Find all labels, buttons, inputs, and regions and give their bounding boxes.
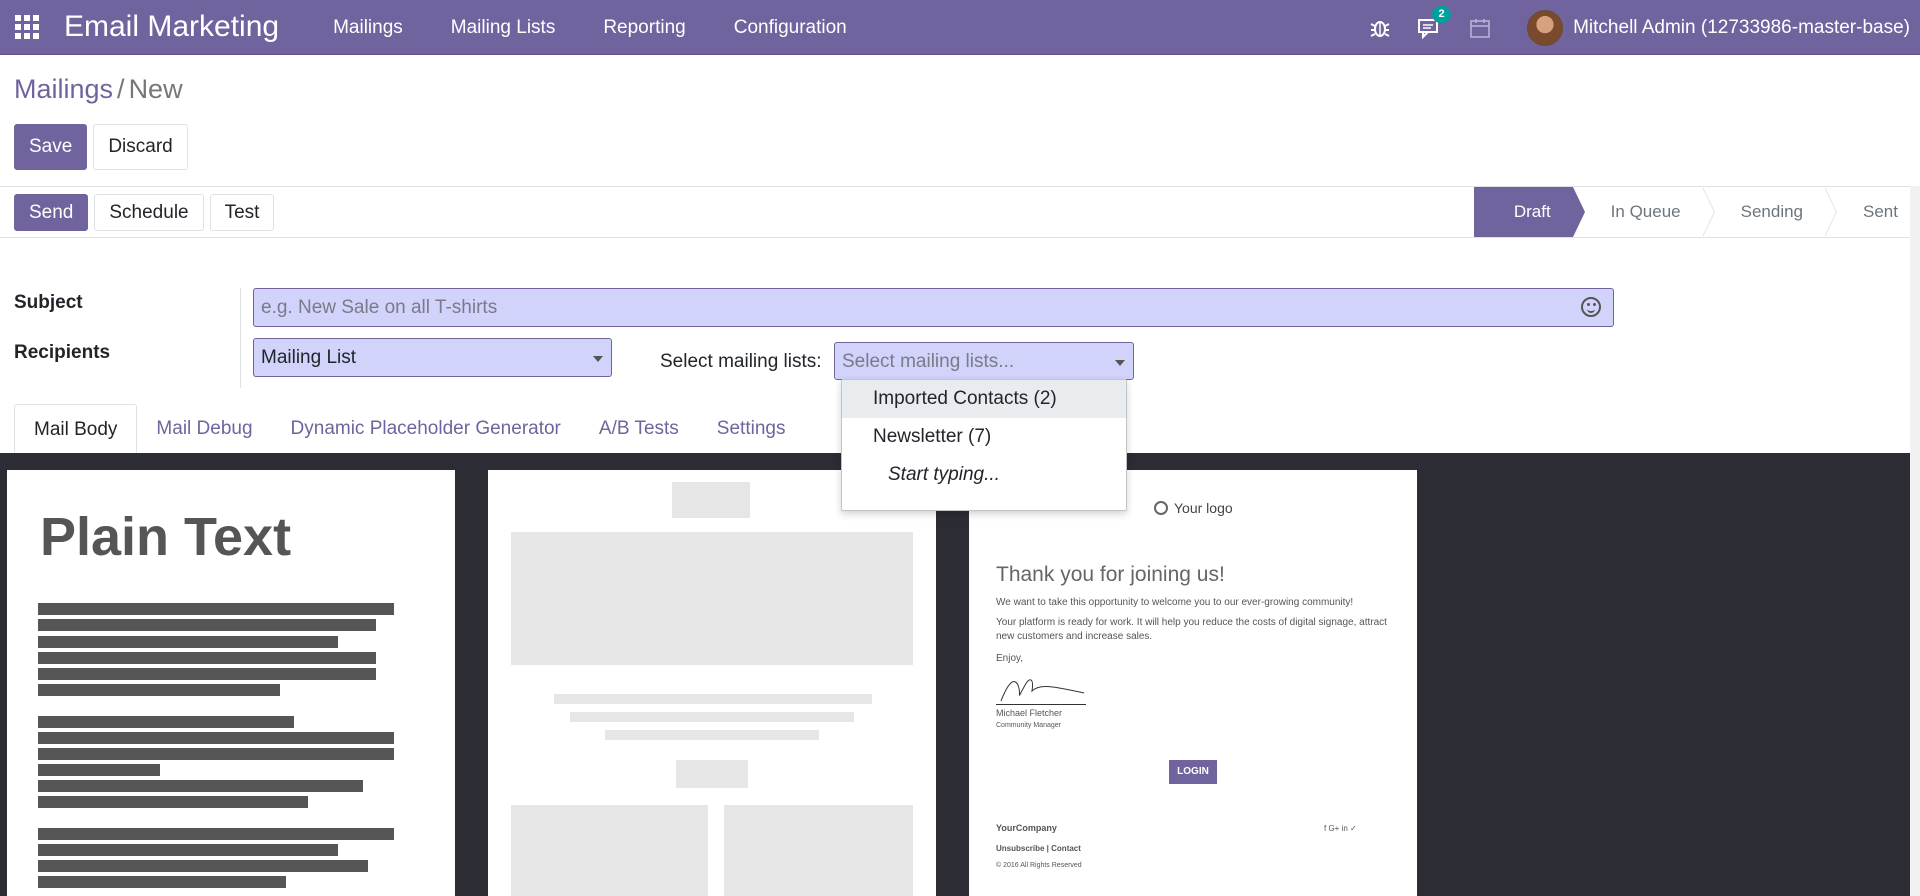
text-line bbox=[38, 748, 394, 760]
template-chooser: Plain Text Your logo Thank you for joini… bbox=[0, 453, 1910, 896]
recipients-label: Recipients bbox=[14, 342, 111, 363]
messages-count-badge: 2 bbox=[1432, 6, 1452, 23]
breadcrumb: Mailings / New bbox=[14, 74, 183, 105]
text-line bbox=[38, 780, 363, 792]
recipients-value: Mailing List bbox=[261, 347, 357, 368]
text-line bbox=[38, 732, 394, 744]
tab-dynamic-placeholder-generator[interactable]: Dynamic Placeholder Generator bbox=[272, 404, 580, 453]
logo-text: Your logo bbox=[1174, 500, 1233, 516]
stage-sent[interactable]: Sent bbox=[1825, 187, 1920, 237]
layout-text-line bbox=[570, 712, 854, 722]
subject-label: Subject bbox=[14, 292, 83, 313]
signer-role: Community Manager bbox=[996, 722, 1061, 729]
layout-column-block bbox=[724, 805, 913, 896]
send-button[interactable]: Send bbox=[14, 194, 89, 231]
test-button[interactable]: Test bbox=[209, 194, 275, 231]
mailing-lists-dropdown: Imported Contacts (2) Newsletter (7) Sta… bbox=[841, 379, 1127, 511]
save-button[interactable]: Save bbox=[14, 124, 88, 170]
mailing-lists-placeholder: Select mailing lists... bbox=[842, 351, 1015, 372]
tab-ab-tests[interactable]: A/B Tests bbox=[580, 404, 698, 453]
breadcrumb-separator: / bbox=[117, 74, 125, 104]
layout-hero-block bbox=[511, 532, 913, 665]
text-line bbox=[38, 652, 376, 664]
text-line bbox=[38, 668, 376, 680]
user-avatar[interactable] bbox=[1527, 9, 1564, 46]
template-layout-placeholder[interactable] bbox=[488, 470, 936, 896]
welcome-line-2: Your platform is ready for work. It will… bbox=[996, 617, 1387, 642]
stage-sending[interactable]: Sending bbox=[1703, 187, 1838, 237]
template-welcome[interactable]: Your logo Thank you for joining us! We w… bbox=[969, 470, 1417, 896]
text-line bbox=[38, 636, 338, 648]
tab-mail-debug[interactable]: Mail Debug bbox=[137, 404, 271, 453]
login-button: LOGIN bbox=[1169, 760, 1217, 784]
breadcrumb-mailings-link[interactable]: Mailings bbox=[14, 74, 113, 104]
welcome-title: Thank you for joining us! bbox=[996, 563, 1225, 586]
text-line bbox=[38, 764, 160, 776]
menu-configuration[interactable]: Configuration bbox=[710, 0, 871, 55]
template-plain-text[interactable]: Plain Text bbox=[7, 470, 455, 896]
recipients-select[interactable]: Mailing List bbox=[253, 338, 612, 377]
text-line bbox=[38, 828, 394, 840]
text-line bbox=[38, 619, 376, 631]
label-divider bbox=[240, 288, 241, 388]
discard-button[interactable]: Discard bbox=[93, 124, 188, 170]
layout-button-block bbox=[676, 760, 748, 788]
text-line bbox=[38, 716, 294, 728]
signer-name: Michael Fletcher bbox=[996, 708, 1063, 718]
social-icons: f G+ in ✓ bbox=[1324, 824, 1357, 833]
subject-input[interactable]: e.g. New Sale on all T-shirts bbox=[253, 288, 1614, 327]
tab-settings[interactable]: Settings bbox=[698, 404, 805, 453]
chevron-down-icon bbox=[593, 356, 603, 362]
text-line bbox=[38, 876, 286, 888]
user-menu[interactable]: Mitchell Admin (12733986-master-base) bbox=[1573, 17, 1910, 39]
menu-reporting[interactable]: Reporting bbox=[579, 0, 709, 55]
navbar-systray: 2 Mitchell Admin (12733986-master-base) bbox=[1355, 0, 1920, 55]
text-line bbox=[38, 844, 338, 856]
mailing-lists-input[interactable]: Select mailing lists... bbox=[834, 342, 1134, 380]
menu-mailings[interactable]: Mailings bbox=[309, 0, 427, 55]
welcome-line-1: We want to take this opportunity to welc… bbox=[996, 597, 1354, 608]
text-line bbox=[38, 860, 368, 872]
form-statusbar: Send Schedule Test Draft In Queue Sendin… bbox=[0, 186, 1920, 238]
activity-calendar-icon[interactable] bbox=[1455, 0, 1505, 55]
plain-text-title: Plain Text bbox=[40, 507, 292, 567]
stage-draft[interactable]: Draft bbox=[1473, 187, 1585, 237]
statusbar-actions: Send Schedule Test bbox=[14, 194, 275, 231]
dropdown-start-typing-hint: Start typing... bbox=[888, 464, 1000, 485]
chevron-down-icon bbox=[1115, 360, 1125, 366]
page-scrollbar[interactable] bbox=[1910, 186, 1920, 896]
dropdown-option-newsletter[interactable]: Newsletter (7) bbox=[842, 418, 1126, 456]
layout-logo-block bbox=[672, 482, 750, 518]
signature-image bbox=[996, 673, 1086, 705]
company-name: YourCompany bbox=[996, 823, 1057, 833]
menu-mailing-lists[interactable]: Mailing Lists bbox=[427, 0, 580, 55]
tab-mail-body[interactable]: Mail Body bbox=[14, 404, 138, 453]
subject-placeholder: e.g. New Sale on all T-shirts bbox=[261, 297, 498, 318]
breadcrumb-current: New bbox=[128, 74, 183, 104]
messages-icon[interactable]: 2 bbox=[1405, 0, 1455, 55]
debug-bug-icon[interactable] bbox=[1355, 0, 1405, 55]
top-navbar: Email Marketing Mailings Mailing Lists R… bbox=[0, 0, 1920, 55]
welcome-line-3: Enjoy, bbox=[996, 653, 1024, 664]
notebook-tabs: Mail Body Mail Debug Dynamic Placeholder… bbox=[14, 404, 804, 453]
dropdown-option-imported-contacts[interactable]: Imported Contacts (2) bbox=[842, 380, 1126, 418]
mailing-lists-label: Select mailing lists: bbox=[660, 351, 822, 372]
app-title[interactable]: Email Marketing bbox=[64, 10, 279, 44]
text-line bbox=[38, 603, 394, 615]
status-stages: Draft In Queue Sending Sent bbox=[1473, 187, 1920, 237]
footer-links: Unsubscribe | Contact bbox=[996, 844, 1081, 853]
logo-icon bbox=[1154, 501, 1168, 515]
copyright-text: © 2016 All Rights Reserved bbox=[996, 862, 1082, 869]
form-buttons: Save Discard bbox=[14, 124, 188, 170]
text-line bbox=[38, 684, 280, 696]
layout-column-block bbox=[511, 805, 708, 896]
layout-text-line bbox=[605, 730, 819, 740]
template-logo: Your logo bbox=[1154, 500, 1233, 516]
text-line bbox=[38, 796, 308, 808]
stage-in-queue[interactable]: In Queue bbox=[1573, 187, 1715, 237]
apps-menu-icon[interactable] bbox=[0, 0, 54, 55]
schedule-button[interactable]: Schedule bbox=[94, 194, 204, 231]
emoji-picker-icon[interactable] bbox=[1581, 297, 1601, 317]
layout-text-line bbox=[554, 694, 872, 704]
